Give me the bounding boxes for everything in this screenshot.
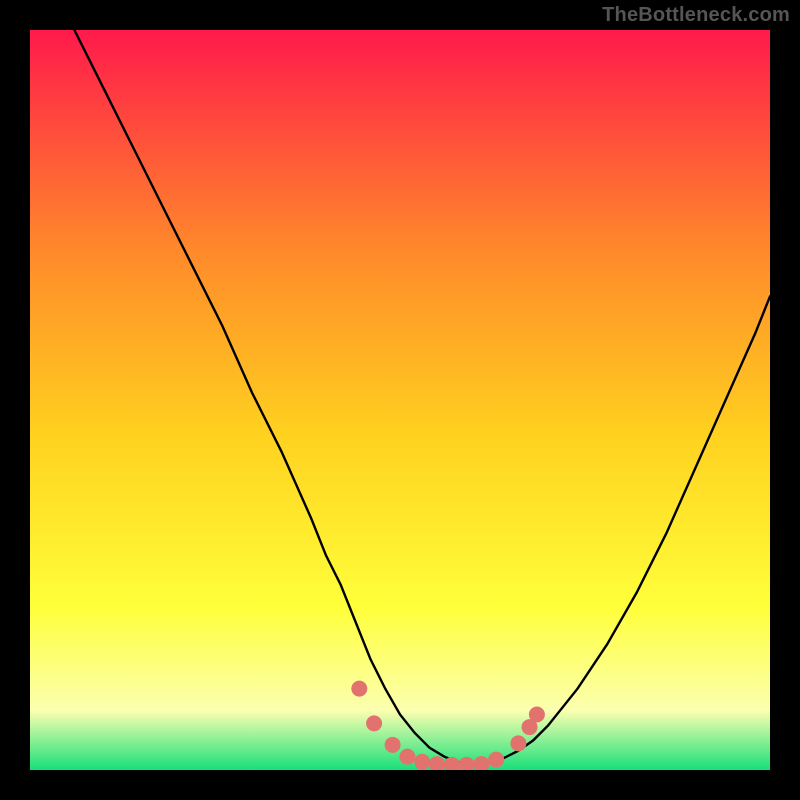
gradient-background	[30, 30, 770, 770]
data-point-1	[366, 715, 382, 731]
data-point-10	[510, 735, 526, 751]
data-point-4	[414, 754, 430, 770]
chart-svg	[30, 30, 770, 770]
data-point-2	[385, 737, 401, 753]
data-point-0	[351, 681, 367, 697]
chart-frame: TheBottleneck.com	[0, 0, 800, 800]
data-point-9	[488, 752, 504, 768]
plot-area	[30, 30, 770, 770]
data-point-12	[529, 707, 545, 723]
data-point-3	[399, 749, 415, 765]
watermark-text: TheBottleneck.com	[602, 4, 790, 27]
